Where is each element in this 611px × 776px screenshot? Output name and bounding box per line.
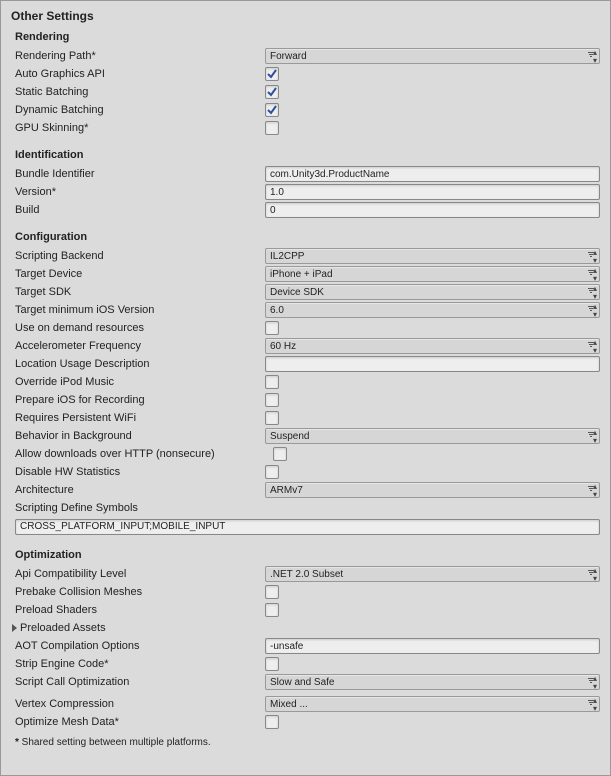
- dynamic-batching-checkbox[interactable]: [265, 103, 279, 117]
- bundle-identifier-label: Bundle Identifier: [15, 168, 265, 180]
- prebake-collision-checkbox[interactable]: [265, 585, 279, 599]
- target-device-dropdown[interactable]: iPhone + iPad▴▾: [265, 266, 600, 282]
- static-batching-checkbox[interactable]: [265, 85, 279, 99]
- accel-freq-label: Accelerometer Frequency: [15, 340, 265, 352]
- script-call-opt-dropdown[interactable]: Slow and Safe▴▾: [265, 674, 600, 690]
- use-on-demand-label: Use on demand resources: [15, 322, 265, 334]
- shared-setting-footnote: * Shared setting between multiple platfo…: [9, 731, 602, 752]
- aot-options-input[interactable]: -unsafe: [265, 638, 600, 654]
- target-sdk-value: Device SDK: [270, 287, 324, 298]
- section-configuration-title: Configuration: [9, 229, 602, 247]
- api-compat-value: .NET 2.0 Subset: [270, 569, 343, 580]
- optimize-mesh-label: Optimize Mesh Data*: [15, 716, 265, 728]
- gpu-skinning-checkbox[interactable]: [265, 121, 279, 135]
- version-input[interactable]: 1.0: [265, 184, 600, 200]
- dynamic-batching-label: Dynamic Batching: [15, 104, 265, 116]
- vertex-compression-label: Vertex Compression: [15, 698, 265, 710]
- panel-title: Other Settings: [9, 5, 602, 29]
- build-label: Build: [15, 204, 265, 216]
- bg-behavior-dropdown[interactable]: Suspend▴▾: [265, 428, 600, 444]
- target-device-value: iPhone + iPad: [270, 269, 333, 280]
- accel-freq-dropdown[interactable]: 60 Hz▴▾: [265, 338, 600, 354]
- requires-wifi-checkbox[interactable]: [265, 411, 279, 425]
- bundle-identifier-input[interactable]: com.Unity3d.ProductName: [265, 166, 600, 182]
- architecture-dropdown[interactable]: ARMv7▴▾: [265, 482, 600, 498]
- script-call-opt-value: Slow and Safe: [270, 677, 335, 688]
- allow-http-label: Allow downloads over HTTP (nonsecure): [15, 448, 273, 460]
- override-ipod-label: Override iPod Music: [15, 376, 265, 388]
- auto-graphics-api-checkbox[interactable]: [265, 67, 279, 81]
- architecture-label: Architecture: [15, 484, 265, 496]
- scripting-define-input[interactable]: CROSS_PLATFORM_INPUT;MOBILE_INPUT: [15, 519, 600, 535]
- target-sdk-dropdown[interactable]: Device SDK▴▾: [265, 284, 600, 300]
- preload-shaders-checkbox[interactable]: [265, 603, 279, 617]
- section-optimization-title: Optimization: [9, 547, 602, 565]
- target-min-ios-label: Target minimum iOS Version: [15, 304, 265, 316]
- allow-http-checkbox[interactable]: [273, 447, 287, 461]
- rendering-path-dropdown[interactable]: Forward▴▾: [265, 48, 600, 64]
- gpu-skinning-label: GPU Skinning*: [15, 122, 265, 134]
- location-usage-input[interactable]: [265, 356, 600, 372]
- override-ipod-checkbox[interactable]: [265, 375, 279, 389]
- preloaded-assets-foldout[interactable]: Preloaded Assets: [9, 619, 602, 637]
- use-on-demand-checkbox[interactable]: [265, 321, 279, 335]
- section-rendering-title: Rendering: [9, 29, 602, 47]
- scripting-backend-label: Scripting Backend: [15, 250, 265, 262]
- script-call-opt-label: Script Call Optimization: [15, 676, 265, 688]
- rendering-path-label: Rendering Path*: [15, 50, 265, 62]
- build-input[interactable]: 0: [265, 202, 600, 218]
- location-usage-label: Location Usage Description: [15, 358, 265, 370]
- accel-freq-value: 60 Hz: [270, 341, 296, 352]
- static-batching-label: Static Batching: [15, 86, 265, 98]
- disable-hw-stats-label: Disable HW Statistics: [15, 466, 265, 478]
- section-identification-title: Identification: [9, 147, 602, 165]
- bg-behavior-value: Suspend: [270, 431, 309, 442]
- bg-behavior-label: Behavior in Background: [15, 430, 265, 442]
- prepare-recording-label: Prepare iOS for Recording: [15, 394, 265, 406]
- architecture-value: ARMv7: [270, 485, 303, 496]
- prebake-collision-label: Prebake Collision Meshes: [15, 586, 265, 598]
- api-compat-dropdown[interactable]: .NET 2.0 Subset▴▾: [265, 566, 600, 582]
- requires-wifi-label: Requires Persistent WiFi: [15, 412, 265, 424]
- aot-options-label: AOT Compilation Options: [15, 640, 265, 652]
- api-compat-label: Api Compatibility Level: [15, 568, 265, 580]
- strip-engine-checkbox[interactable]: [265, 657, 279, 671]
- version-label: Version*: [15, 186, 265, 198]
- rendering-path-value: Forward: [270, 51, 307, 62]
- prepare-recording-checkbox[interactable]: [265, 393, 279, 407]
- disable-hw-stats-checkbox[interactable]: [265, 465, 279, 479]
- vertex-compression-value: Mixed ...: [270, 699, 308, 710]
- optimize-mesh-checkbox[interactable]: [265, 715, 279, 729]
- target-device-label: Target Device: [15, 268, 265, 280]
- target-min-ios-value: 6.0: [270, 305, 284, 316]
- target-min-ios-dropdown[interactable]: 6.0▴▾: [265, 302, 600, 318]
- auto-graphics-api-label: Auto Graphics API: [15, 68, 265, 80]
- strip-engine-label: Strip Engine Code*: [15, 658, 265, 670]
- preloaded-assets-label: Preloaded Assets: [20, 622, 106, 634]
- vertex-compression-dropdown[interactable]: Mixed ...▴▾: [265, 696, 600, 712]
- scripting-backend-dropdown[interactable]: IL2CPP▴▾: [265, 248, 600, 264]
- chevron-right-icon: [12, 624, 17, 632]
- preload-shaders-label: Preload Shaders: [15, 604, 265, 616]
- target-sdk-label: Target SDK: [15, 286, 265, 298]
- scripting-backend-value: IL2CPP: [270, 251, 304, 262]
- scripting-define-label: Scripting Define Symbols: [15, 502, 265, 514]
